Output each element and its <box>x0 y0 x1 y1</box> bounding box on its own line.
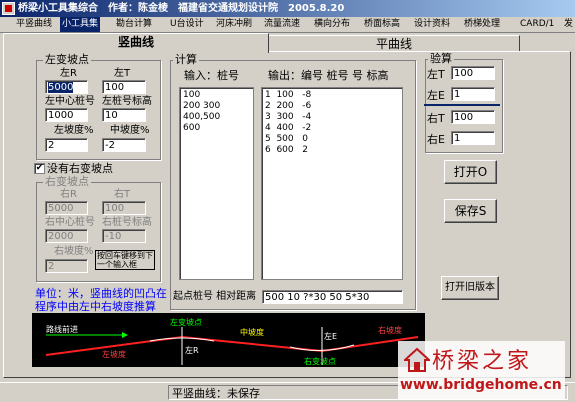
label-right-slope: 右坡度 <box>378 325 402 335</box>
check-legend: 验算 <box>428 52 454 65</box>
start-stake-input[interactable]: 500 10 ?*30 50 5*30 <box>262 290 403 304</box>
right-point-legend: 右变坡点 <box>43 175 91 188</box>
mid-slope-label: 中坡度% <box>110 125 150 136</box>
check-right-t-label: 右T <box>427 112 445 125</box>
menu-deck-elevation[interactable]: 桥面标高 <box>362 17 402 32</box>
no-right-point-checkbox[interactable]: ✔ <box>34 163 45 174</box>
right-center-input[interactable]: 2000 <box>45 229 88 243</box>
check-right-e-input[interactable]: 1 <box>451 131 495 145</box>
no-right-point-label: 没有右变坡点 <box>47 162 113 175</box>
calc-input-label: 输入：桩号 <box>184 69 239 82</box>
menu-design-data[interactable]: 设计资料 <box>412 17 452 32</box>
menu-flow[interactable]: 流量流速 <box>262 17 302 32</box>
label-forward: 路线前进 <box>46 324 78 334</box>
tab-vertical-curve[interactable]: 竖曲线 <box>3 33 269 53</box>
check-right-t-input[interactable]: 100 <box>451 110 495 124</box>
label-left-r: 左R <box>185 345 199 355</box>
calc-legend: 计算 <box>173 53 199 66</box>
right-slope-label: 右坡度% <box>54 246 94 257</box>
save-button[interactable]: 保存S <box>444 199 497 223</box>
start-stake-label: 起点桩号 相对距离 <box>173 291 257 302</box>
unit-note: 单位：米，竖曲线的凹凸在 程序中由左中右坡度推算 <box>35 287 167 313</box>
menu-u-abutment[interactable]: U台设计 <box>168 17 206 32</box>
menu-card1[interactable]: CARD/1 <box>518 17 556 32</box>
right-r-input[interactable]: 5000 <box>45 201 88 215</box>
label-left-e: 左E <box>324 331 337 341</box>
check-left-t-label: 左T <box>427 68 445 81</box>
right-t-input[interactable]: 100 <box>102 201 146 215</box>
left-t-input[interactable]: 100 <box>102 80 146 94</box>
window-title: 桥梁小工具集综合 作者：陈金棱 福建省交通规划设计院 2005.8.20 <box>18 3 345 14</box>
menu-stair[interactable]: 桥梯处理 <box>462 17 502 32</box>
check-right-e-label: 右E <box>427 133 445 146</box>
diagram-svg: 路线前进 左坡度 左变坡点 中坡度 左R 左E 右变坡点 右坡度 <box>45 317 419 366</box>
calc-input-textarea[interactable]: 100 200 300 400,500 600 <box>179 87 254 280</box>
left-center-input[interactable]: 1000 <box>45 108 88 122</box>
menu-abutment-calc[interactable]: 勘台计算 <box>114 17 154 32</box>
menu-tools[interactable]: 小工具集 <box>60 17 101 32</box>
vertical-curve-diagram: 路线前进 左坡度 左变坡点 中坡度 左R 左E 右变坡点 右坡度 <box>32 313 425 367</box>
calc-output-label: 输出：编号 桩号 号 标高 <box>268 69 389 82</box>
menu-distribution[interactable]: 横向分布 <box>312 17 352 32</box>
check-divider <box>424 104 500 106</box>
right-r-label: 右R <box>60 189 77 200</box>
right-t-label: 右T <box>114 189 131 200</box>
left-r-input[interactable]: 5000 <box>45 80 88 94</box>
left-t-label: 左T <box>114 68 131 79</box>
right-stake-elev-label: 右桩号标高 <box>102 217 152 228</box>
menu-more[interactable]: 发 <box>562 17 575 32</box>
left-stake-elev-input[interactable]: 10 <box>102 108 146 122</box>
watermark-title: 桥梁之家 <box>432 349 533 374</box>
enter-hint: 按回车键移到下 一个输入框 <box>95 250 155 270</box>
tab-horizontal-curve[interactable]: 平曲线 <box>268 35 520 52</box>
forward-arrow-head <box>122 332 128 338</box>
open-button[interactable]: 打开O <box>444 160 497 184</box>
right-stake-elev-input[interactable]: -10 <box>102 229 146 243</box>
watermark: 桥梁之家 www.bridgehome.cn <box>398 341 565 399</box>
title-bar: 桥梁小工具集综合 作者：陈金棱 福建省交通规划设计院 2005.8.20 <box>0 0 575 17</box>
check-left-t-input[interactable]: 100 <box>451 66 495 80</box>
house-icon <box>404 347 430 372</box>
label-left-slope: 左坡度 <box>102 349 126 359</box>
left-stake-elev-label: 左桩号标高 <box>102 96 152 107</box>
calc-output-textarea[interactable]: 1 100 -8 2 200 -6 3 300 -4 4 400 -2 5 50… <box>261 87 403 280</box>
menu-bar: 平竖曲线 小工具集 勘台计算 U台设计 河床冲刷 流量流速 横向分布 桥面标高 … <box>0 17 575 33</box>
open-old-version-button[interactable]: 打开旧版本 <box>441 276 499 300</box>
label-right-point: 右变坡点 <box>304 356 336 366</box>
left-center-label: 左中心桩号 <box>45 96 95 107</box>
left-slope-label: 左坡度% <box>54 125 94 136</box>
mid-slope-input[interactable]: -2 <box>102 138 146 152</box>
app-icon <box>2 2 15 15</box>
label-left-point: 左变坡点 <box>170 317 202 327</box>
menu-pingshu-curve[interactable]: 平竖曲线 <box>14 17 54 32</box>
right-slope-input[interactable]: 2 <box>45 259 88 273</box>
right-center-label: 右中心桩号 <box>45 217 95 228</box>
left-r-label: 左R <box>60 68 77 79</box>
left-slope-input[interactable]: 2 <box>45 138 88 152</box>
check-left-e-input[interactable]: 1 <box>451 87 495 101</box>
label-mid-slope: 中坡度 <box>240 327 264 337</box>
menu-scour[interactable]: 河床冲刷 <box>214 17 254 32</box>
watermark-url: www.bridgehome.cn <box>400 377 562 393</box>
check-left-e-label: 左E <box>427 89 445 102</box>
left-point-legend: 左变坡点 <box>43 53 91 66</box>
